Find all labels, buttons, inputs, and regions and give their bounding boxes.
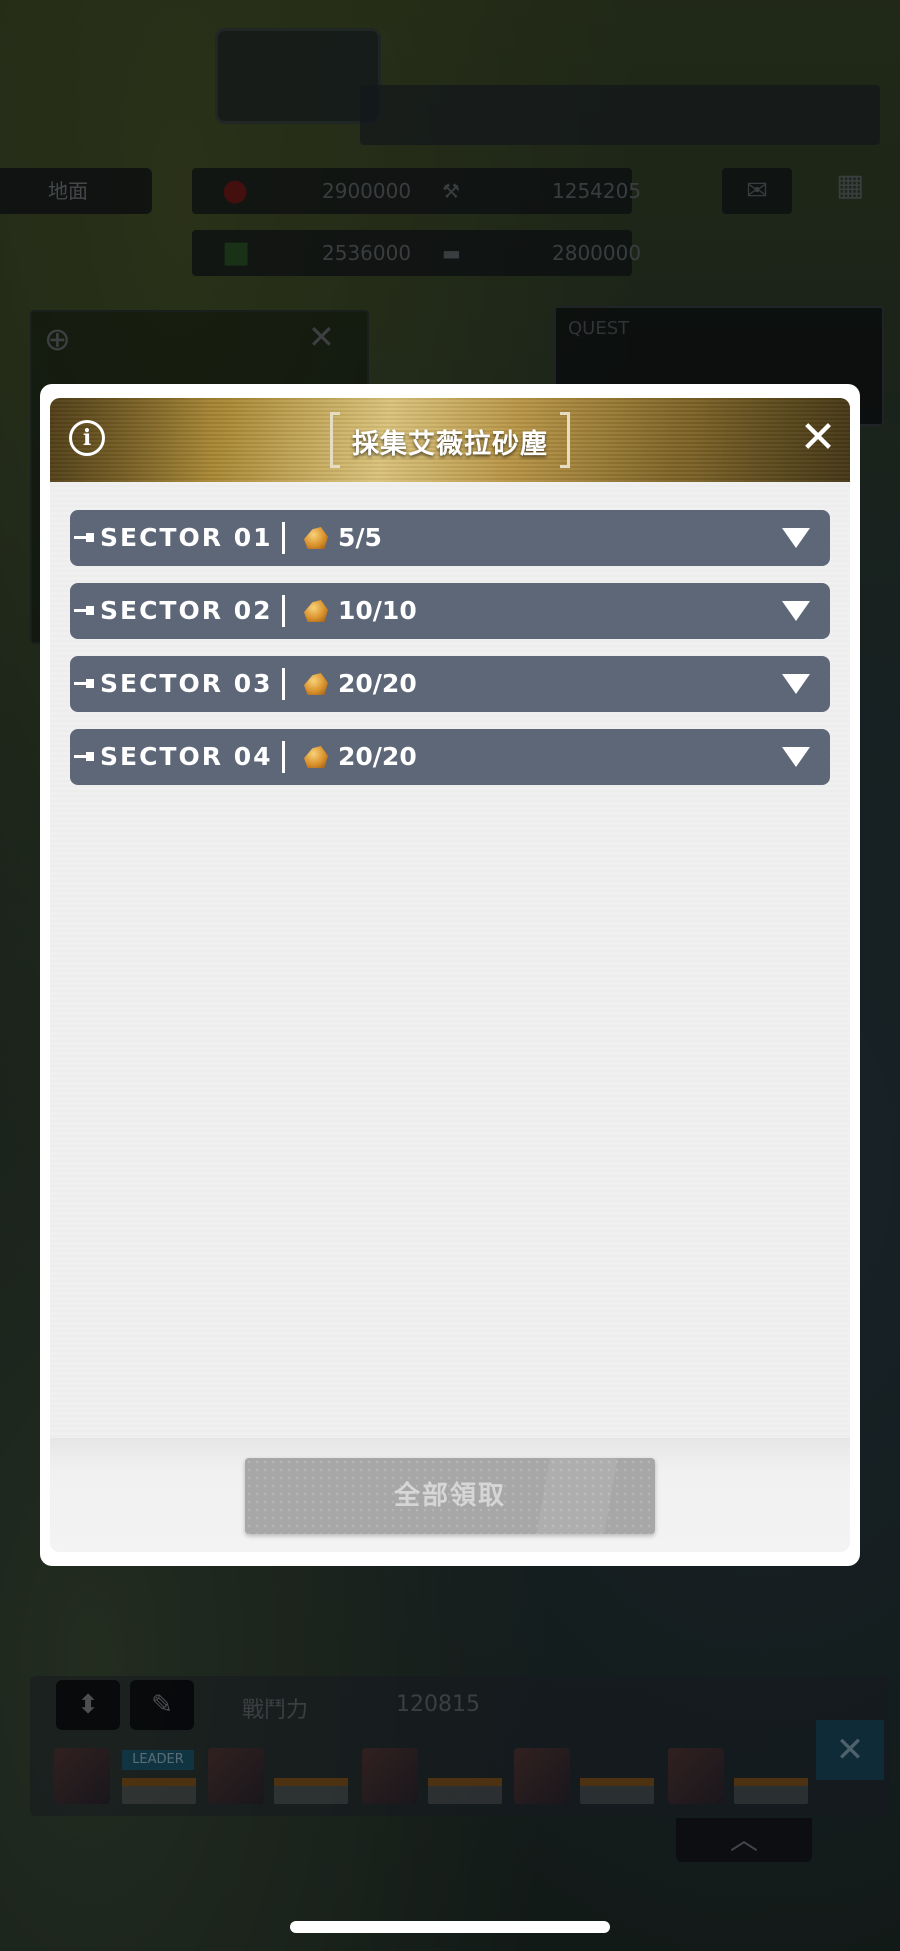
info-icon[interactable]: i bbox=[69, 420, 105, 456]
sector-count: 20/20 bbox=[338, 669, 417, 698]
pin-icon bbox=[74, 679, 94, 688]
sector-row-02[interactable]: SECTOR 02 10/10 bbox=[70, 583, 830, 639]
sector-row-03[interactable]: SECTOR 03 20/20 bbox=[70, 656, 830, 712]
dust-icon bbox=[304, 527, 328, 549]
chevron-down-icon[interactable] bbox=[782, 747, 810, 767]
dust-icon bbox=[304, 673, 328, 695]
collect-dust-modal: i 採集艾薇拉砂塵 ✕ SECTOR 01 5/5 SECTOR 02 10/1… bbox=[50, 398, 850, 1552]
sector-name: SECTOR 04 bbox=[100, 742, 273, 771]
chevron-down-icon[interactable] bbox=[782, 601, 810, 621]
pin-icon bbox=[74, 606, 94, 615]
close-icon[interactable]: ✕ bbox=[796, 416, 840, 460]
chevron-down-icon[interactable] bbox=[782, 528, 810, 548]
sector-name: SECTOR 03 bbox=[100, 669, 273, 698]
sector-count: 10/10 bbox=[338, 596, 417, 625]
title-bracket-left bbox=[330, 412, 340, 468]
pin-icon bbox=[74, 533, 94, 542]
sector-name: SECTOR 02 bbox=[100, 596, 273, 625]
claim-all-button[interactable]: 全部領取 bbox=[245, 1458, 655, 1534]
sector-row-04[interactable]: SECTOR 04 20/20 bbox=[70, 729, 830, 785]
dust-icon bbox=[304, 746, 328, 768]
chevron-down-icon[interactable] bbox=[782, 674, 810, 694]
dust-icon bbox=[304, 600, 328, 622]
divider bbox=[282, 522, 285, 554]
sector-name: SECTOR 01 bbox=[100, 523, 273, 552]
sector-row-01[interactable]: SECTOR 01 5/5 bbox=[70, 510, 830, 566]
home-indicator[interactable] bbox=[290, 1921, 610, 1933]
divider bbox=[282, 668, 285, 700]
divider bbox=[282, 595, 285, 627]
sector-count: 5/5 bbox=[338, 523, 382, 552]
modal-title: 採集艾薇拉砂塵 bbox=[352, 429, 548, 460]
title-bracket-right bbox=[560, 412, 570, 468]
divider bbox=[282, 741, 285, 773]
sector-count: 20/20 bbox=[338, 742, 417, 771]
modal-title-wrap: 採集艾薇拉砂塵 bbox=[330, 412, 570, 468]
pin-icon bbox=[74, 752, 94, 761]
modal-header: i 採集艾薇拉砂塵 ✕ bbox=[50, 398, 850, 482]
